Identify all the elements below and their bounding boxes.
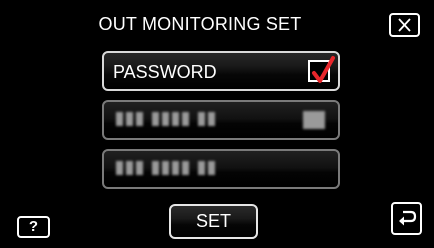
checkmark-icon [312, 56, 335, 83]
close-button[interactable] [389, 13, 420, 37]
obscured-text [116, 112, 215, 128]
page-title: OUT MONITORING SET [98, 14, 302, 34]
back-button[interactable] [391, 202, 422, 235]
help-button[interactable]: ? [17, 216, 50, 238]
obscured-field-row-2[interactable] [102, 149, 340, 189]
obscured-value [303, 111, 325, 129]
set-button[interactable]: SET [169, 204, 258, 239]
password-label: PASSWORD [113, 62, 217, 82]
obscured-text [116, 161, 215, 177]
close-icon [398, 18, 411, 32]
password-row[interactable]: PASSWORD [102, 51, 340, 91]
obscured-field-row-1[interactable] [102, 100, 340, 140]
return-icon [399, 210, 417, 226]
